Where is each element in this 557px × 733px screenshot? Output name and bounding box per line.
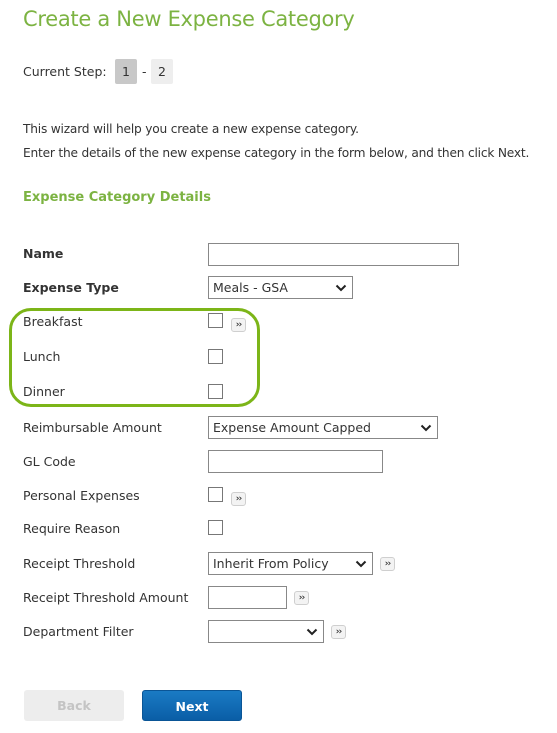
current-step-label: Current Step: [23,64,107,79]
expense-type-label: Expense Type [23,280,119,295]
dinner-label: Dinner [23,384,65,399]
name-label: Name [23,246,64,261]
step-1-indicator: 1 [115,59,137,84]
back-button[interactable]: Back [24,690,124,721]
department-filter-expand-button[interactable]: ›› [331,625,346,639]
gl-code-label: GL Code [23,454,76,469]
breakfast-label: Breakfast [23,314,83,329]
receipt-threshold-label: Receipt Threshold [23,556,136,571]
double-chevron-right-icon: ›› [335,627,343,637]
double-chevron-right-icon: ›› [235,320,243,330]
require-reason-checkbox[interactable] [208,520,223,535]
receipt-threshold-amount-input[interactable] [208,586,287,609]
receipt-threshold-amount-label: Receipt Threshold Amount [23,590,189,605]
personal-expenses-label: Personal Expenses [23,488,140,503]
double-chevron-right-icon: ›› [235,494,243,504]
page-title: Create a New Expense Category [23,7,355,31]
double-chevron-right-icon: ›› [384,559,392,569]
breakfast-expand-button[interactable]: ›› [231,318,246,332]
personal-expenses-expand-button[interactable]: ›› [231,492,246,506]
department-filter-select[interactable] [208,620,324,643]
step-2-indicator: 2 [151,59,173,84]
breakfast-checkbox[interactable] [208,313,223,328]
receipt-threshold-amount-expand-button[interactable]: ›› [294,591,309,605]
intro-text-line-2: Enter the details of the new expense cat… [23,146,530,160]
expense-type-value: Meals - GSA [213,280,288,295]
department-filter-label: Department Filter [23,624,134,639]
lunch-label: Lunch [23,349,61,364]
chevron-down-icon [355,560,367,568]
require-reason-label: Require Reason [23,521,121,536]
receipt-threshold-select[interactable]: Inherit From Policy [208,552,373,575]
reimbursable-amount-select[interactable]: Expense Amount Capped [208,416,438,439]
next-button[interactable]: Next [142,690,242,721]
dinner-checkbox[interactable] [208,384,223,399]
reimbursable-amount-value: Expense Amount Capped [213,420,371,435]
step-separator: - [142,64,147,79]
chevron-down-icon [420,424,432,432]
personal-expenses-checkbox[interactable] [208,487,223,502]
reimbursable-amount-label: Reimbursable Amount [23,420,162,435]
chevron-down-icon [306,628,318,636]
double-chevron-right-icon: ›› [298,593,306,603]
receipt-threshold-value: Inherit From Policy [213,556,329,571]
section-title: Expense Category Details [23,190,211,205]
lunch-checkbox[interactable] [208,349,223,364]
name-input[interactable] [208,243,459,266]
receipt-threshold-expand-button[interactable]: ›› [380,557,395,571]
chevron-down-icon [335,284,347,292]
intro-text-line-1: This wizard will help you create a new e… [23,122,359,136]
gl-code-input[interactable] [208,450,383,473]
expense-type-select[interactable]: Meals - GSA [208,276,353,299]
